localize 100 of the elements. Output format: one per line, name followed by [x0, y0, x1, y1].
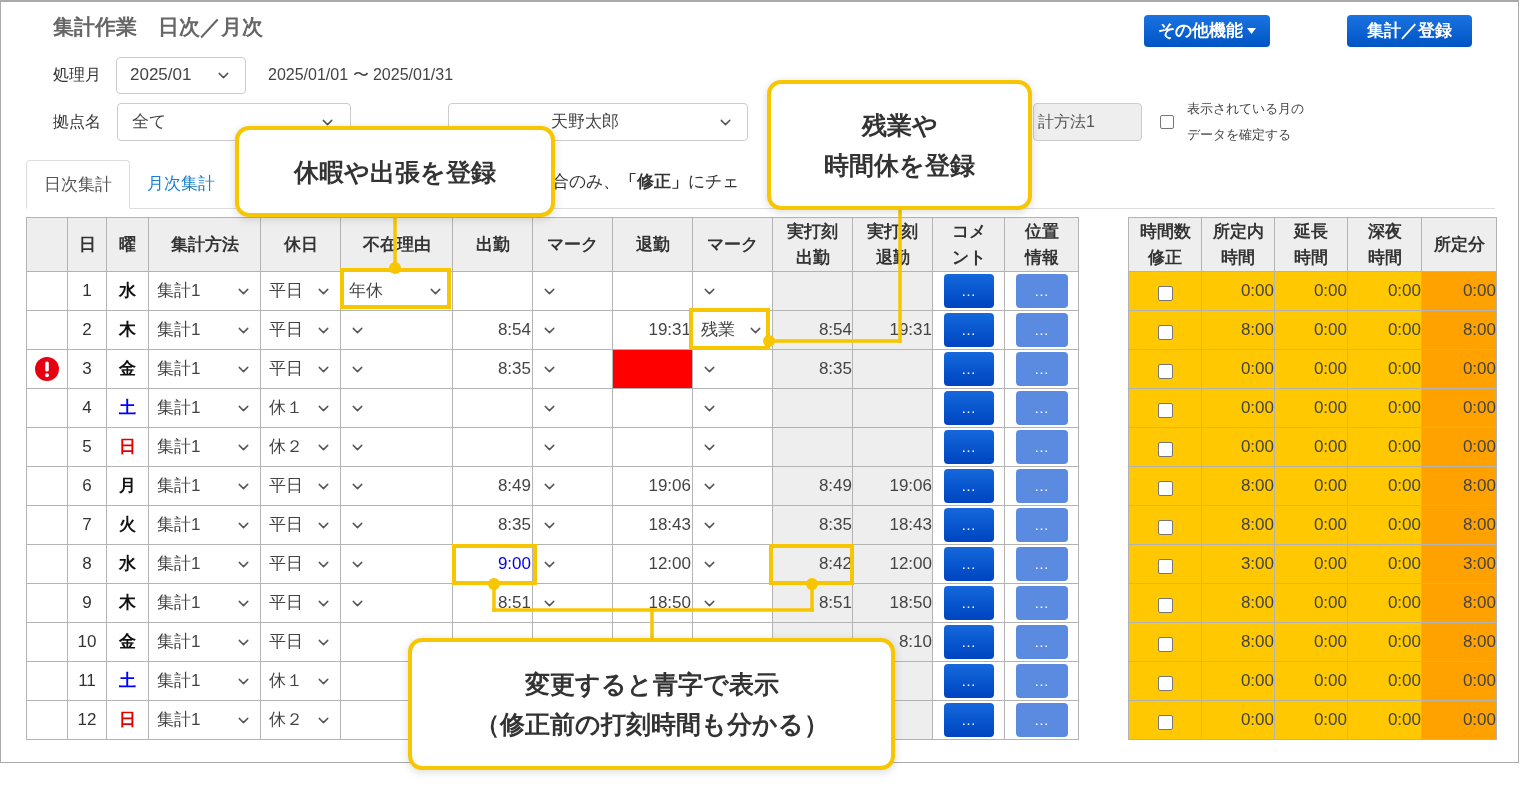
time-cell: 8:54 [818, 320, 852, 340]
hours-cell: 0:00 [1462, 710, 1496, 730]
month-dropdown[interactable]: 2025/01 [116, 56, 246, 94]
callout-text: 休暇や出張を登録 [294, 156, 496, 188]
column-header: コメ ント [951, 220, 986, 269]
column-header: マーク [707, 233, 758, 256]
column-header: 集計方法 [170, 233, 239, 256]
comment-button[interactable]: … [943, 508, 994, 542]
weekday-cell: 月 [119, 476, 136, 496]
day-cell: 8 [82, 554, 92, 574]
dropdown[interactable]: 残業 [693, 311, 772, 349]
hours-cell: 0:00 [1240, 710, 1274, 730]
column-header: 時間数 修正 [1139, 220, 1191, 269]
dropdown[interactable]: 平日 [261, 623, 340, 661]
hours-cell: 0:00 [1313, 437, 1347, 457]
hours-cell: 0:00 [1240, 281, 1274, 301]
comment-button[interactable]: … [943, 274, 994, 308]
dropdown[interactable]: 集計1 [149, 272, 260, 310]
comment-button[interactable]: … [943, 703, 994, 737]
dropdown[interactable]: 集計1 [149, 467, 260, 505]
dropdown[interactable]: 平日 [261, 467, 340, 505]
comment-button[interactable]: … [943, 625, 994, 659]
hours-cell: 0:00 [1387, 437, 1421, 457]
hours-cell: 8:00 [1240, 320, 1274, 340]
day-cell: 7 [82, 515, 92, 535]
dropdown[interactable]: 平日 [261, 584, 340, 622]
hours-cell: 0:00 [1387, 515, 1421, 535]
dropdown[interactable]: 平日 [261, 311, 340, 349]
column-header: 所定分 [1433, 233, 1485, 256]
weekday-cell: 木 [119, 320, 136, 340]
column-header: 日 [78, 233, 96, 256]
hours-cell: 0:00 [1313, 398, 1347, 418]
dropdown[interactable]: 集計1 [149, 428, 260, 466]
hours-cell: 8:00 [1240, 476, 1274, 496]
submit-button[interactable]: 集計／登録 [1347, 15, 1472, 47]
hours-cell: 8:00 [1462, 320, 1496, 340]
comment-button[interactable]: … [943, 352, 994, 386]
comment-button[interactable]: … [943, 430, 994, 464]
dropdown[interactable]: 集計1 [149, 506, 260, 544]
dropdown[interactable]: 休２ [261, 428, 340, 466]
weekday-cell: 木 [119, 593, 136, 613]
hours-cell: 0:00 [1462, 359, 1496, 379]
weekday-cell: 日 [119, 437, 136, 457]
hours-cell: 8:00 [1462, 593, 1496, 613]
tab[interactable]: 日次集計 [26, 160, 130, 209]
weekday-cell: 日 [119, 710, 136, 730]
comment-button[interactable]: … [943, 469, 994, 503]
hours-cell: 0:00 [1240, 437, 1274, 457]
column-header: 実打刻 出勤 [787, 220, 838, 269]
dropdown[interactable]: 集計1 [149, 350, 260, 388]
dropdown[interactable]: 休１ [261, 662, 340, 700]
day-cell: 11 [78, 671, 96, 691]
weekday-cell: 土 [119, 671, 136, 691]
hours-cell: 0:00 [1462, 671, 1496, 691]
dropdown[interactable]: 平日 [261, 272, 340, 310]
comment-button[interactable]: … [943, 586, 994, 620]
hours-cell: 0:00 [1462, 281, 1496, 301]
weekday-cell: 金 [119, 632, 136, 652]
dropdown[interactable]: 年休 [341, 272, 452, 310]
dropdown[interactable]: 集計1 [149, 584, 260, 622]
dropdown[interactable]: 平日 [261, 506, 340, 544]
dropdown[interactable]: 休１ [261, 389, 340, 427]
hours-cell: 0:00 [1387, 359, 1421, 379]
dropdown[interactable]: 集計1 [149, 389, 260, 427]
dropdown[interactable]: 集計1 [149, 662, 260, 700]
dropdown[interactable]: 平日 [261, 545, 340, 583]
hours-cell: 0:00 [1387, 398, 1421, 418]
callout-text: 残業や 時間休を登録 [824, 110, 975, 181]
dropdown[interactable]: 集計1 [149, 623, 260, 661]
column-header: 退勤 [635, 233, 670, 256]
hours-cell: 0:00 [1387, 281, 1421, 301]
hours-cell: 0:00 [1387, 593, 1421, 613]
weekday-cell: 金 [119, 359, 136, 379]
hours-cell: 0:00 [1462, 398, 1496, 418]
hours-cell: 8:00 [1462, 632, 1496, 652]
hours-cell: 0:00 [1313, 632, 1347, 652]
dropdown[interactable]: 平日 [261, 350, 340, 388]
day-cell: 12 [77, 710, 97, 730]
dropdown[interactable]: 集計1 [149, 311, 260, 349]
hours-cell: 0:00 [1387, 320, 1421, 340]
dropdown[interactable]: 集計1 [149, 545, 260, 583]
time-cell: 8:51 [818, 593, 852, 613]
column-header: 所定内 時間 [1212, 220, 1264, 269]
hours-cell: 0:00 [1313, 710, 1347, 730]
tab[interactable]: 月次集計 [130, 159, 232, 208]
dropdown[interactable]: 休２ [261, 701, 340, 739]
comment-button[interactable]: … [943, 313, 994, 347]
comment-button[interactable]: … [943, 664, 994, 698]
callout-text: 変更すると青字で表示 （修正前の打刻時間も分かる） [474, 669, 829, 740]
menu-button[interactable]: その他機能 [1144, 15, 1270, 47]
comment-button[interactable]: … [943, 547, 994, 581]
column-header: 休日 [283, 233, 318, 256]
hours-cell: 0:00 [1387, 710, 1421, 730]
page-title: 集計作業 日次／月次 [53, 14, 263, 41]
dropdown[interactable]: 集計1 [149, 701, 260, 739]
day-cell: 10 [77, 632, 97, 652]
hours-cell: 0:00 [1387, 671, 1421, 691]
hours-cell: 8:00 [1240, 632, 1274, 652]
time-cell: 8:42 [818, 554, 852, 574]
comment-button[interactable]: … [943, 391, 994, 425]
